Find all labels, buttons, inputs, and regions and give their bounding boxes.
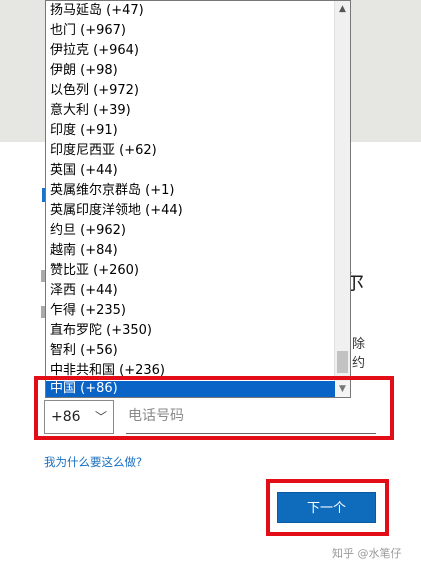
partial-page-text: 除 bbox=[352, 337, 366, 352]
list-item[interactable]: 以色列 (+972) bbox=[46, 81, 334, 101]
list-item[interactable]: 乍得 (+235) bbox=[46, 301, 334, 321]
list-item[interactable]: 约旦 (+962) bbox=[46, 221, 334, 241]
scrollbar-thumb[interactable] bbox=[337, 351, 348, 373]
list-item[interactable]: 意大利 (+39) bbox=[46, 101, 334, 121]
partial-page-text: 约 bbox=[352, 356, 366, 371]
list-item[interactable]: 智利 (+56) bbox=[46, 341, 334, 361]
list-item[interactable]: 印度 (+91) bbox=[46, 121, 334, 141]
list-item[interactable]: 伊朗 (+98) bbox=[46, 61, 334, 81]
list-item[interactable]: 也门 (+967) bbox=[46, 21, 334, 41]
list-item[interactable]: 英属维尔京群岛 (+1) bbox=[46, 181, 334, 201]
list-item[interactable]: 泽西 (+44) bbox=[46, 281, 334, 301]
why-link[interactable]: 我为什么要这么做? bbox=[44, 454, 142, 470]
dropdown-scrollbar[interactable]: ▲ bbox=[334, 1, 350, 381]
country-code-dropdown-list[interactable]: 扬马延岛 (+47) 也门 (+967) 伊拉克 (+964) 伊朗 (+98)… bbox=[45, 0, 351, 398]
red-highlight-box bbox=[266, 479, 389, 536]
watermark: 知乎 @水笔仔 bbox=[332, 547, 402, 560]
list-item[interactable]: 英国 (+44) bbox=[46, 161, 334, 181]
list-item[interactable]: 扬马延岛 (+47) bbox=[46, 1, 334, 21]
list-item[interactable]: 印度尼西亚 (+62) bbox=[46, 141, 334, 161]
list-item[interactable]: 赞比亚 (+260) bbox=[46, 261, 334, 281]
list-item[interactable]: 英属印度洋领地 (+44) bbox=[46, 201, 334, 221]
list-item[interactable]: 直布罗陀 (+350) bbox=[46, 321, 334, 341]
list-item[interactable]: 伊拉克 (+964) bbox=[46, 41, 334, 61]
list-item[interactable]: 越南 (+84) bbox=[46, 241, 334, 261]
red-highlight-box bbox=[34, 376, 394, 440]
scroll-up-icon[interactable]: ▲ bbox=[335, 1, 350, 17]
dropdown-items: 扬马延岛 (+47) 也门 (+967) 伊拉克 (+964) 伊朗 (+98)… bbox=[46, 1, 334, 381]
